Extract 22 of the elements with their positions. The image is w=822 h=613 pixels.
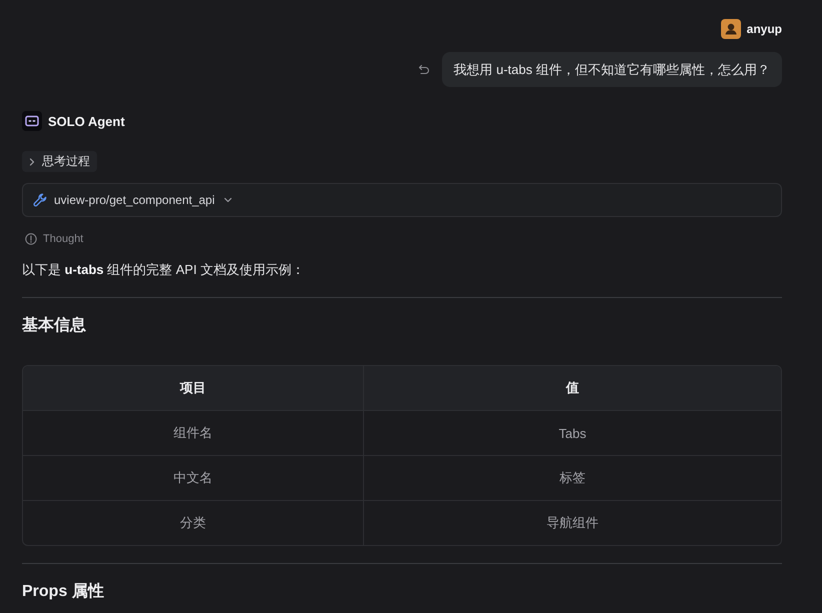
agent-name: SOLO Agent (48, 114, 125, 128)
tool-call-card[interactable]: uview-pro/get_component_api (22, 183, 782, 217)
section-heading: 基本信息 (22, 316, 87, 336)
table-cell: Tabs (364, 410, 781, 455)
bot-logo-icon (22, 111, 42, 131)
section-heading: Props 属性 (22, 582, 105, 602)
avatar-icon (720, 19, 741, 39)
user-name: anyup (746, 22, 782, 36)
table-cell: 分类 (23, 500, 364, 545)
info-icon (25, 233, 37, 245)
thinking-toggle[interactable]: 思考过程 (22, 151, 97, 172)
message-bubble: 我想用 u-tabs 组件，但不知道它有哪些属性，怎么用？ (442, 52, 782, 87)
table-cell: 导航组件 (364, 500, 781, 545)
table-header-cell: 项目 (23, 366, 364, 410)
undo-arrow-icon[interactable] (418, 64, 430, 76)
thought-label: Thought (43, 233, 84, 245)
table-header-cell: 值 (364, 366, 781, 410)
table-cell: 中文名 (23, 455, 364, 500)
wrench-icon (33, 193, 47, 207)
table-cell: 组件名 (23, 410, 364, 455)
table-cell: 标签 (364, 455, 781, 500)
intro-text: 以下是 u-tabs 组件的完整 API 文档及使用示例： (22, 261, 306, 279)
